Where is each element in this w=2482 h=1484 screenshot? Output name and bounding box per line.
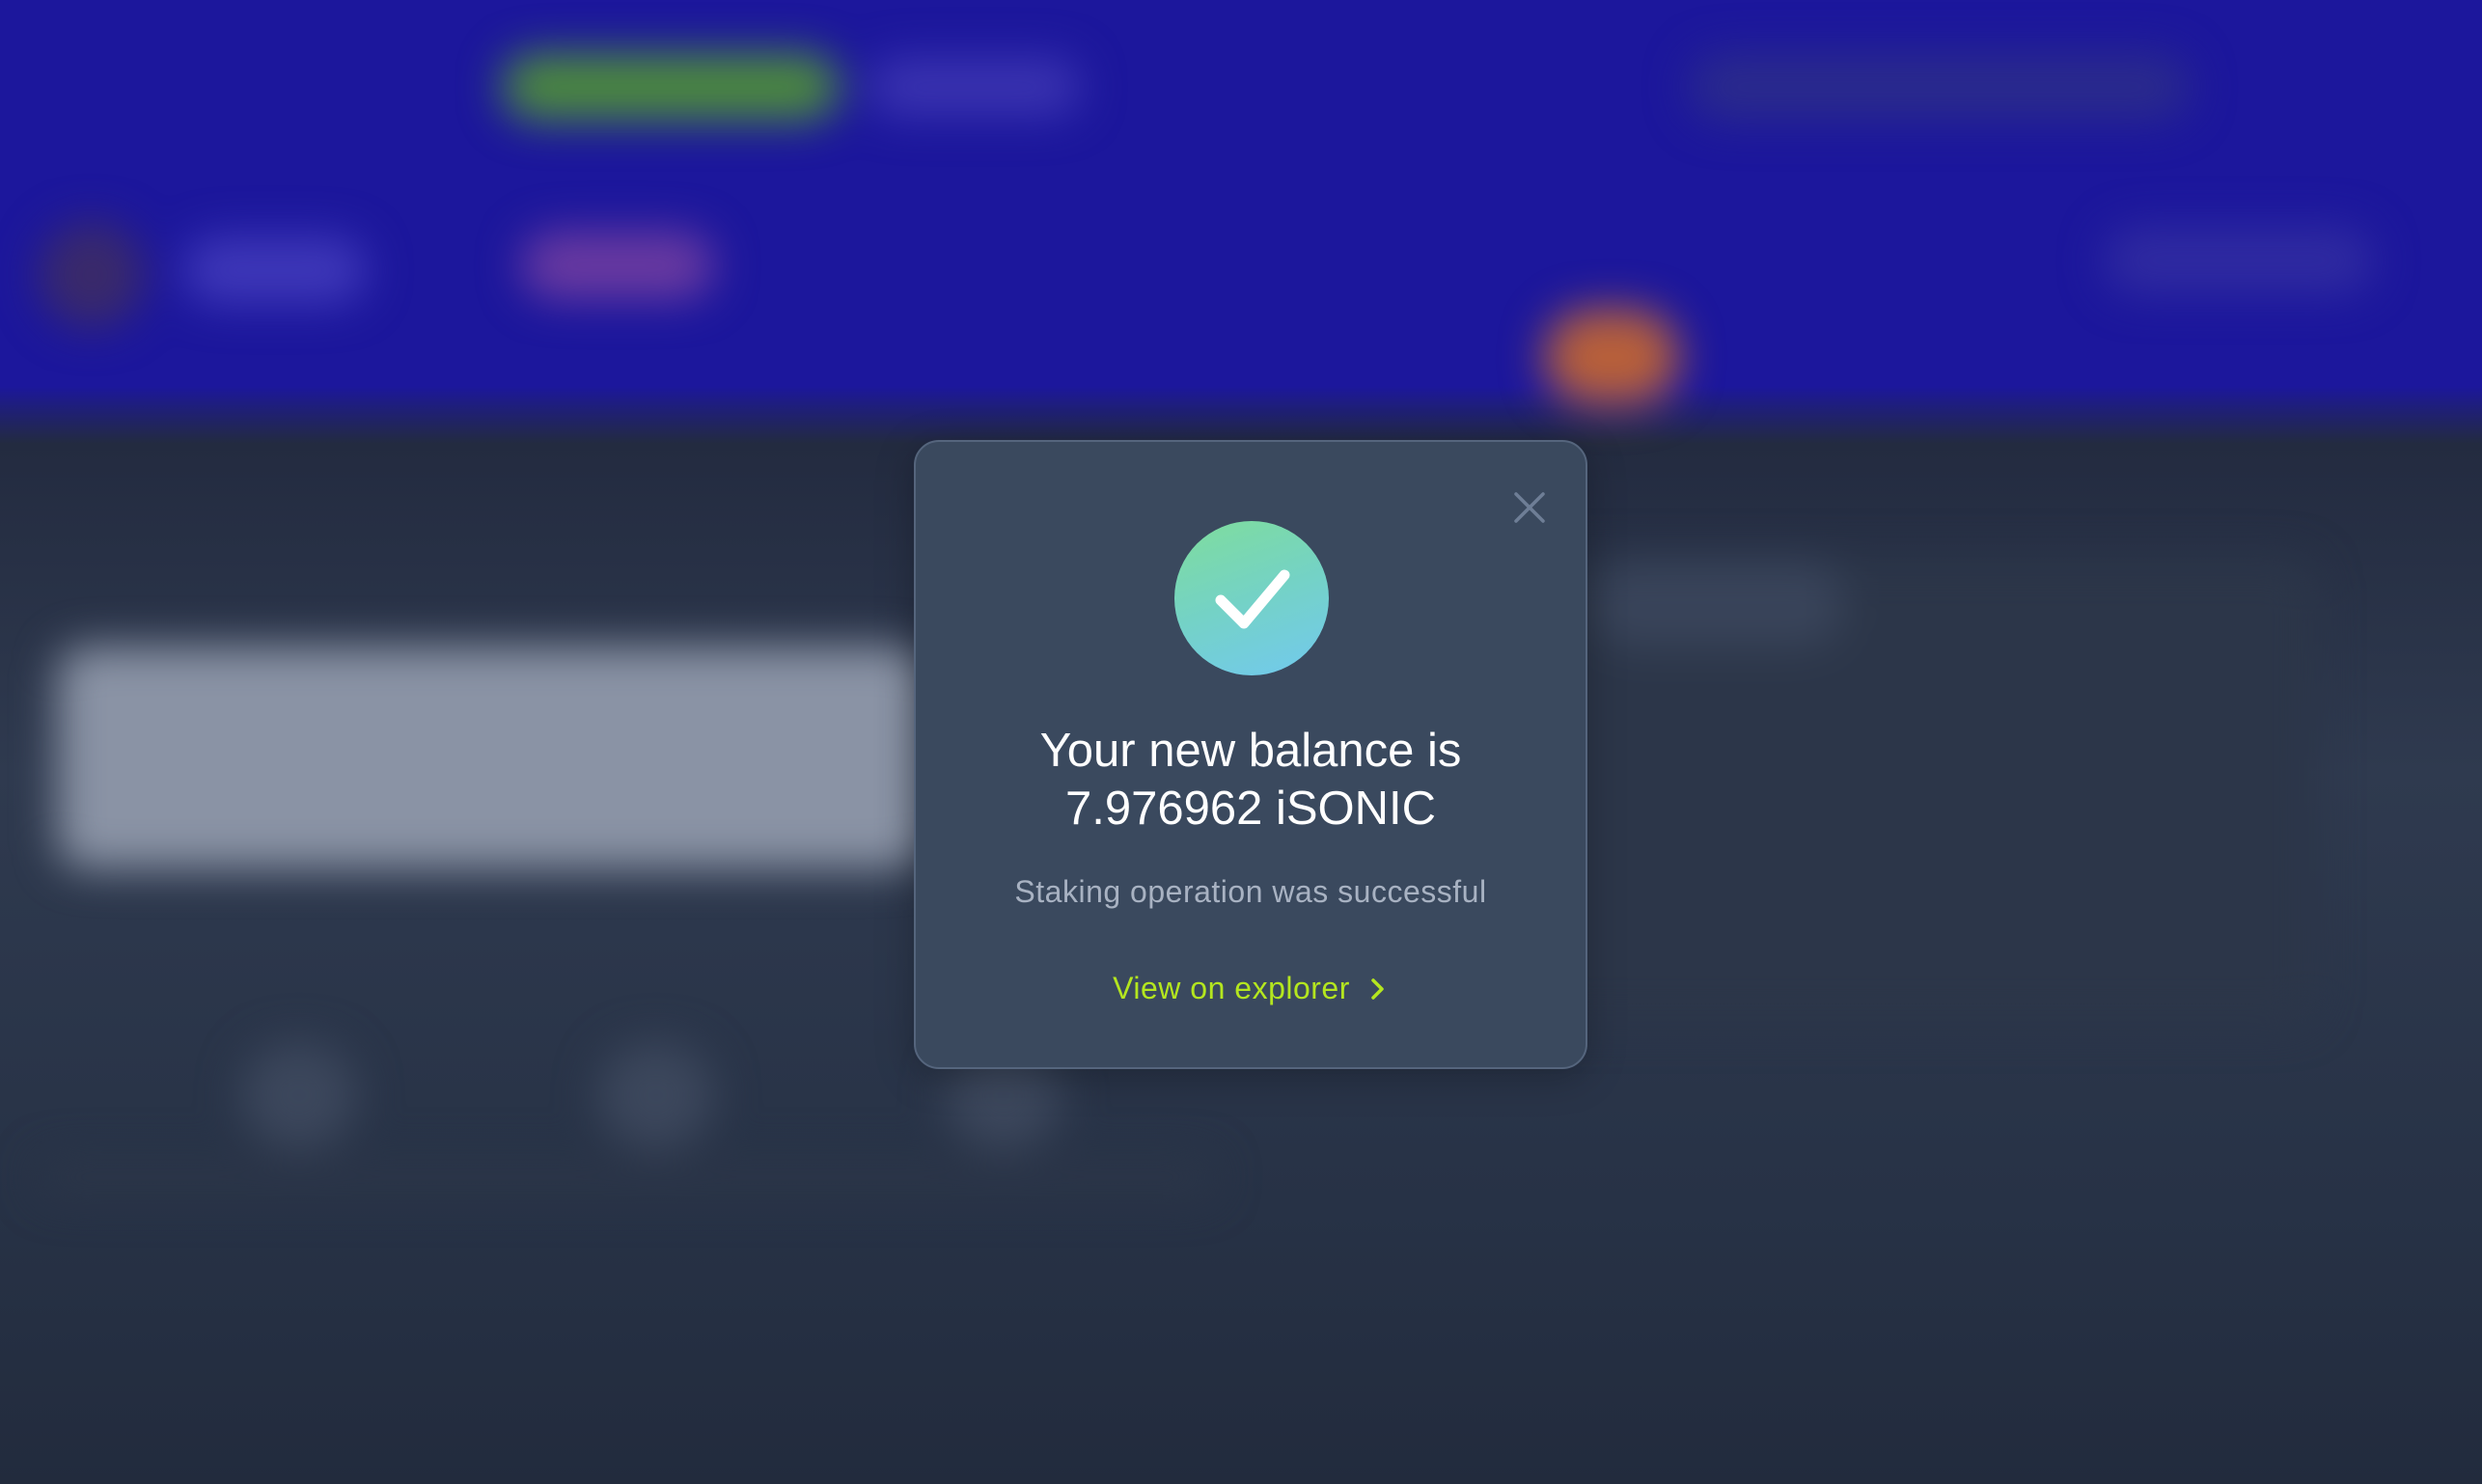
close-icon[interactable]	[1510, 488, 1549, 527]
chevron-right-icon[interactable]	[1367, 975, 1389, 1003]
balance-title: Your new balance is	[1039, 725, 1462, 777]
checkmark-circle-icon	[1174, 521, 1329, 675]
view-on-explorer-link[interactable]: View on explorer	[916, 971, 1586, 1006]
success-dialog: Your new balance is 7.976962 iSONIC Stak…	[914, 440, 1587, 1069]
explorer-link-label[interactable]: View on explorer	[1113, 971, 1350, 1006]
balance-amount: 7.976962 iSONIC	[1064, 783, 1437, 835]
status-message: Staking operation was successful	[1014, 874, 1487, 909]
close-button[interactable]	[1510, 488, 1549, 527]
